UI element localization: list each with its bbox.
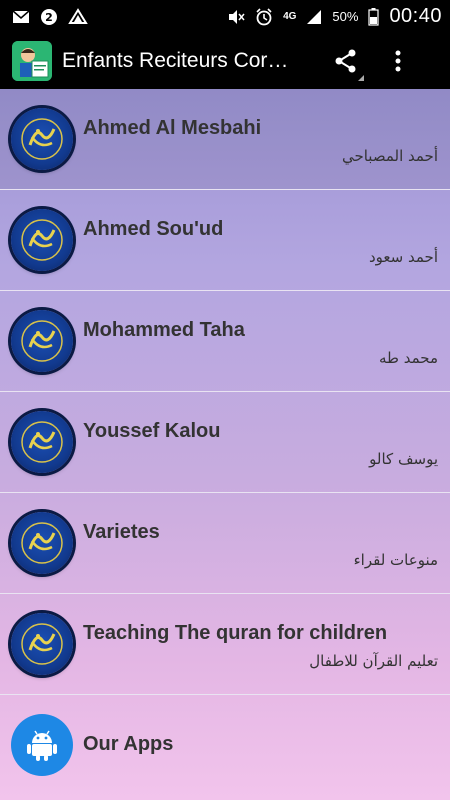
reciter-name-arabic: تعليم القرآن للاطفال	[309, 652, 438, 670]
app-title: Enfants Reciteurs Cor…	[62, 49, 289, 72]
svg-text:2: 2	[45, 11, 53, 24]
gmail-icon	[12, 9, 30, 24]
share-icon	[335, 49, 356, 73]
mute-icon	[227, 9, 245, 25]
network-type: 4G	[283, 10, 297, 22]
reciter-name: Ahmed Sou'ud	[83, 218, 224, 240]
our-apps-label: Our Apps	[83, 733, 174, 755]
action-bar: Enfants Reciteurs Cor…	[0, 33, 450, 89]
list-item[interactable]: Mohammed Taha محمد طه	[0, 291, 450, 392]
android-icon	[11, 714, 73, 776]
quran-icon	[11, 512, 73, 574]
list-item[interactable]: Ahmed Al Mesbahi أحمد المصباحي	[0, 89, 450, 190]
child-reader-icon	[12, 41, 52, 81]
alarm-icon	[255, 7, 273, 26]
overflow-menu-button[interactable]	[374, 33, 422, 89]
status-bar: 2 4G 50% 00:40	[0, 0, 450, 33]
reciters-list: Ahmed Al Mesbahi أحمد المصباحي Ahmed Sou…	[0, 89, 450, 800]
reciter-name-arabic: محمد طه	[378, 349, 438, 367]
list-item[interactable]: Ahmed Sou'ud أحمد سعود	[0, 190, 450, 291]
quran-icon	[11, 108, 73, 170]
quran-icon	[11, 310, 73, 372]
quran-icon	[11, 411, 73, 473]
list-item[interactable]: Youssef Kalou يوسف كالو	[0, 392, 450, 493]
reciter-name: Ahmed Al Mesbahi	[83, 117, 262, 139]
status-bar-right: 4G 50% 00:40	[227, 5, 442, 28]
our-apps-item[interactable]: Our Apps	[0, 695, 450, 800]
list-item[interactable]: Varietes منوعات لقراء	[0, 493, 450, 594]
app-logo[interactable]	[12, 41, 52, 81]
battery-icon	[368, 7, 380, 26]
battery-percent: 50%	[332, 9, 359, 24]
status-bar-left: 2	[12, 7, 88, 26]
signal-icon	[306, 9, 322, 25]
notification-2-icon: 2	[40, 8, 58, 26]
app-notification-icon	[68, 7, 88, 26]
quran-icon	[11, 613, 73, 675]
reciter-name: Youssef Kalou	[83, 420, 221, 442]
quran-icon	[11, 209, 73, 271]
share-button[interactable]	[322, 33, 370, 89]
reciter-name-arabic: أحمد المصباحي	[341, 147, 438, 165]
reciter-name: Teaching The quran for children	[83, 622, 388, 644]
reciter-name: Varietes	[83, 521, 160, 543]
reciter-name-arabic: يوسف كالو	[369, 450, 438, 468]
list-item[interactable]: Teaching The quran for children تعليم ال…	[0, 594, 450, 695]
reciter-name: Mohammed Taha	[83, 319, 245, 341]
overflow-menu-icon	[395, 50, 401, 72]
reciter-name-arabic: أحمد سعود	[369, 248, 438, 266]
reciter-name-arabic: منوعات لقراء	[353, 551, 438, 569]
clock: 00:40	[389, 5, 442, 27]
